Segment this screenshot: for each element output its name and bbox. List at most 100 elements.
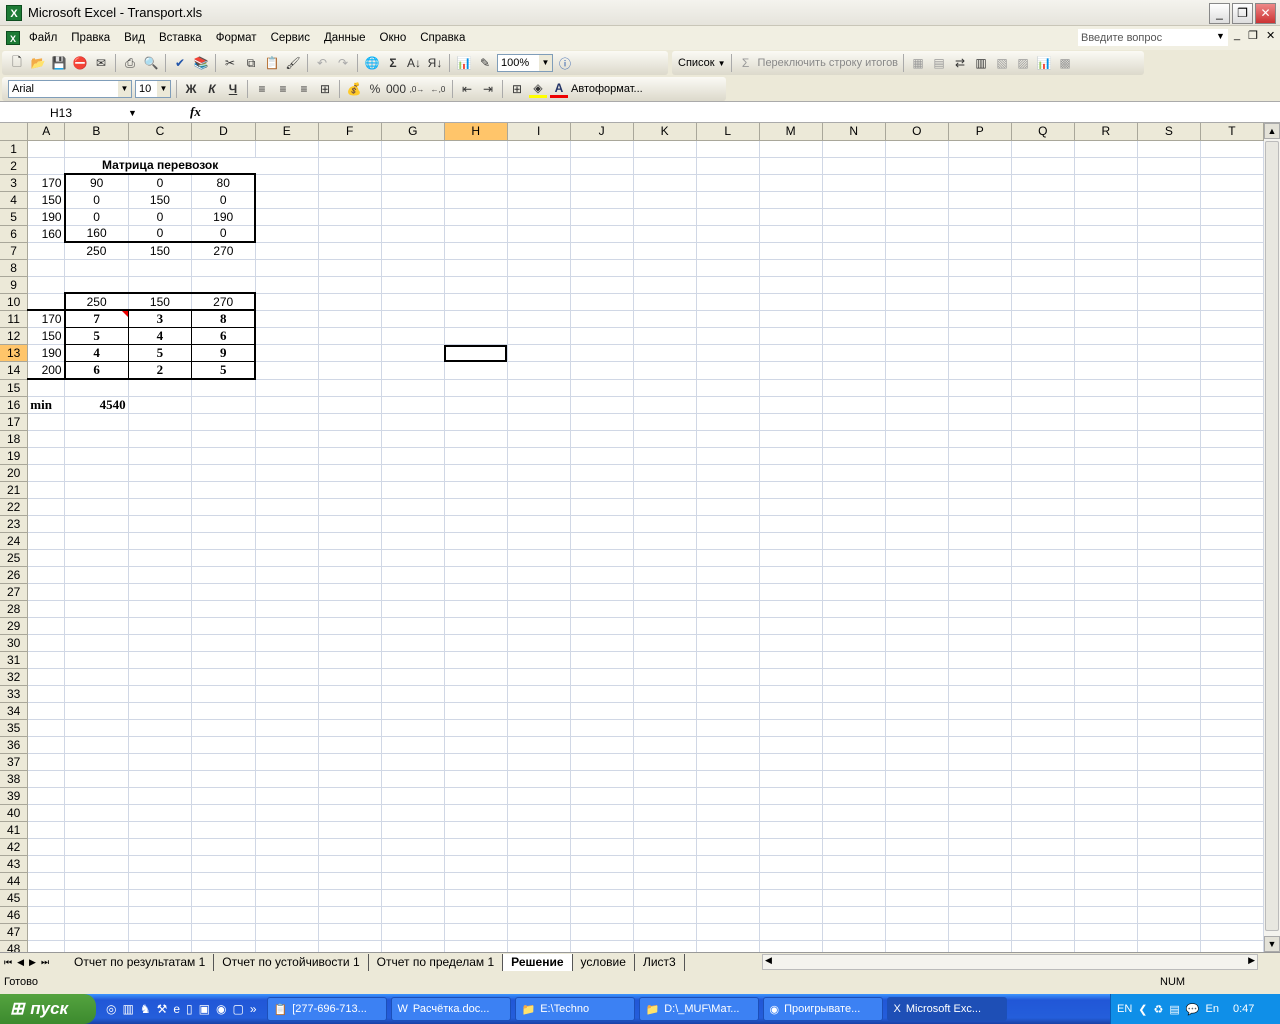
row-header-9[interactable]: 9 xyxy=(0,276,29,294)
cell-M30[interactable] xyxy=(759,634,823,652)
cell-T48[interactable] xyxy=(1200,940,1264,952)
cell-M33[interactable] xyxy=(759,685,823,703)
cell-H22[interactable] xyxy=(444,498,508,516)
cell-J7[interactable] xyxy=(570,242,634,260)
cell-I40[interactable] xyxy=(507,804,571,822)
cell-O5[interactable] xyxy=(885,208,949,226)
cell-E12[interactable] xyxy=(255,327,319,345)
cell-A1[interactable] xyxy=(27,140,66,158)
cell-B43[interactable] xyxy=(64,855,129,873)
cell-N23[interactable] xyxy=(822,515,886,533)
cell-M46[interactable] xyxy=(759,906,823,924)
cell-B6[interactable]: 160 xyxy=(63,225,129,243)
cell-L39[interactable] xyxy=(696,787,760,805)
cell-F9[interactable] xyxy=(318,276,382,294)
cell-E22[interactable] xyxy=(255,498,319,516)
cell-J39[interactable] xyxy=(570,787,634,805)
cell-B45[interactable] xyxy=(64,889,129,907)
cell-I7[interactable] xyxy=(507,242,571,260)
cell-C43[interactable] xyxy=(128,855,193,873)
cell-C6[interactable]: 0 xyxy=(128,225,193,243)
cell-O11[interactable] xyxy=(885,310,949,328)
unlink-icon[interactable]: ▧ xyxy=(993,54,1011,72)
cell-L20[interactable] xyxy=(696,464,760,482)
cell-F34[interactable] xyxy=(318,702,382,720)
cell-G4[interactable] xyxy=(381,191,445,209)
cell-S9[interactable] xyxy=(1137,276,1201,294)
cell-E24[interactable] xyxy=(255,532,319,550)
cell-N31[interactable] xyxy=(822,651,886,669)
cell-I39[interactable] xyxy=(507,787,571,805)
cell-C30[interactable] xyxy=(128,634,193,652)
cell-R1[interactable] xyxy=(1074,140,1138,158)
row-header-4[interactable]: 4 xyxy=(0,191,29,209)
column-header-G[interactable]: G xyxy=(381,123,445,141)
permission-icon[interactable]: ⛔ xyxy=(71,54,89,72)
cell-P5[interactable] xyxy=(948,208,1012,226)
cell-C26[interactable] xyxy=(128,566,193,584)
cell-K46[interactable] xyxy=(633,906,697,924)
cell-H40[interactable] xyxy=(444,804,508,822)
cell-G31[interactable] xyxy=(381,651,445,669)
cell-J21[interactable] xyxy=(570,481,634,499)
cell-S10[interactable] xyxy=(1137,293,1201,311)
cell-N17[interactable] xyxy=(822,413,886,431)
cell-E30[interactable] xyxy=(255,634,319,652)
cell-K22[interactable] xyxy=(633,498,697,516)
vertical-scrollbar[interactable]: ▲ ▼ xyxy=(1264,123,1280,952)
undo-icon[interactable]: ↶ xyxy=(313,54,331,72)
cell-K42[interactable] xyxy=(633,838,697,856)
cell-S4[interactable] xyxy=(1137,191,1201,209)
cell-A33[interactable] xyxy=(27,685,66,703)
row-header-29[interactable]: 29 xyxy=(0,617,29,635)
cell-D45[interactable] xyxy=(191,889,256,907)
cell-C37[interactable] xyxy=(128,753,193,771)
cell-T2[interactable] xyxy=(1200,157,1264,175)
redo-icon[interactable]: ↷ xyxy=(334,54,352,72)
cell-P11[interactable] xyxy=(948,310,1012,328)
font-color-icon[interactable]: A xyxy=(550,80,568,98)
cell-F11[interactable] xyxy=(318,310,382,328)
cell-D5[interactable]: 190 xyxy=(191,208,257,226)
cell-O41[interactable] xyxy=(885,821,949,839)
cell-T33[interactable] xyxy=(1200,685,1264,703)
cell-F39[interactable] xyxy=(318,787,382,805)
cell-K2[interactable] xyxy=(633,157,697,175)
cell-B36[interactable] xyxy=(64,736,129,754)
cell-J36[interactable] xyxy=(570,736,634,754)
cell-N35[interactable] xyxy=(822,719,886,737)
cell-P34[interactable] xyxy=(948,702,1012,720)
cell-Q24[interactable] xyxy=(1011,532,1075,550)
cell-B15[interactable] xyxy=(64,379,129,397)
cell-J20[interactable] xyxy=(570,464,634,482)
cell-E48[interactable] xyxy=(255,940,319,952)
cell-P41[interactable] xyxy=(948,821,1012,839)
cell-K6[interactable] xyxy=(633,225,697,243)
cell-Q44[interactable] xyxy=(1011,872,1075,890)
row-header-42[interactable]: 42 xyxy=(0,838,29,856)
increase-decimal-icon[interactable]: ,0→ xyxy=(408,80,426,98)
taskbar-button[interactable]: 📋 [277-696-713... xyxy=(266,997,387,1021)
cell-A34[interactable] xyxy=(27,702,66,720)
cell-O32[interactable] xyxy=(885,668,949,686)
cell-N25[interactable] xyxy=(822,549,886,567)
cell-E38[interactable] xyxy=(255,770,319,788)
cell-P29[interactable] xyxy=(948,617,1012,635)
cell-D27[interactable] xyxy=(191,583,256,601)
cell-Q35[interactable] xyxy=(1011,719,1075,737)
cell-L33[interactable] xyxy=(696,685,760,703)
cell-L23[interactable] xyxy=(696,515,760,533)
cell-N11[interactable] xyxy=(822,310,886,328)
cell-M6[interactable] xyxy=(759,225,823,243)
insert-function-button[interactable]: fx xyxy=(190,104,201,120)
cell-E35[interactable] xyxy=(255,719,319,737)
cell-A30[interactable] xyxy=(27,634,66,652)
cell-C17[interactable] xyxy=(128,413,193,431)
cell-O44[interactable] xyxy=(885,872,949,890)
cell-C13[interactable]: 5 xyxy=(128,344,193,362)
cell-I3[interactable] xyxy=(507,174,571,192)
cell-G39[interactable] xyxy=(381,787,445,805)
cell-G43[interactable] xyxy=(381,855,445,873)
menu-help[interactable]: Справка xyxy=(413,32,472,44)
cell-E39[interactable] xyxy=(255,787,319,805)
